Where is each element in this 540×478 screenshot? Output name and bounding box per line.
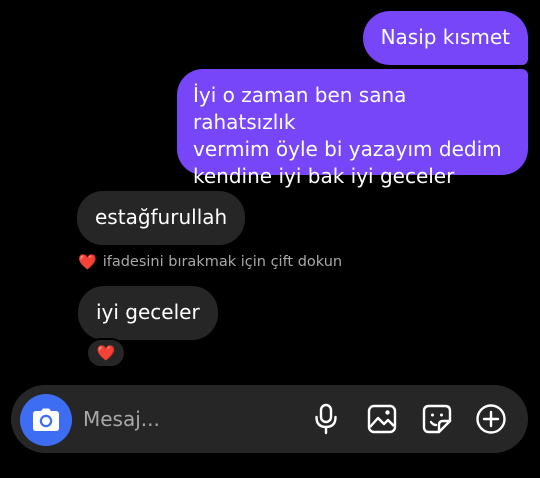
received-message-bubble[interactable]: iyi geceler [78, 286, 218, 340]
sent-message-bubble[interactable]: İyi o zaman ben sana rahatsızlık vermim … [177, 69, 528, 188]
microphone-button[interactable] [309, 402, 343, 436]
message-text-line: İyi o zaman ben sana rahatsızlık [193, 83, 407, 134]
message-text-line: kendine iyi bak iyi geceler [193, 164, 455, 188]
received-message-bubble[interactable]: estağfurullah [77, 191, 246, 245]
message-composer: Mesaj... [11, 385, 528, 453]
double-tap-hint: ❤️ ifadesini bırakmak için çift dokun [78, 251, 342, 273]
message-text-line: vermim öyle bi yazayım dedim [193, 137, 502, 161]
microphone-icon [314, 403, 338, 435]
heart-reaction-icon: ❤️ [96, 344, 116, 362]
add-icon [475, 403, 507, 435]
gallery-icon [367, 404, 397, 434]
camera-icon [32, 408, 60, 432]
reaction-badge[interactable]: ❤️ [86, 338, 126, 368]
add-button[interactable] [474, 402, 508, 436]
chat-screen: Nasip kısmet İyi o zaman ben sana rahats… [0, 0, 540, 478]
sticker-button[interactable] [420, 402, 454, 436]
sticker-icon [422, 404, 452, 434]
gallery-button[interactable] [365, 402, 399, 436]
camera-button[interactable] [20, 394, 72, 446]
hint-text: ifadesini bırakmak için çift dokun [102, 254, 343, 270]
message-text: iyi geceler [96, 300, 200, 324]
message-text: Nasip kısmet [380, 25, 510, 49]
message-text: estağfurullah [95, 205, 228, 229]
sent-message-bubble[interactable]: Nasip kısmet [362, 11, 528, 65]
heart-icon: ❤️ [78, 253, 97, 271]
message-input[interactable]: Mesaj... [83, 406, 160, 432]
